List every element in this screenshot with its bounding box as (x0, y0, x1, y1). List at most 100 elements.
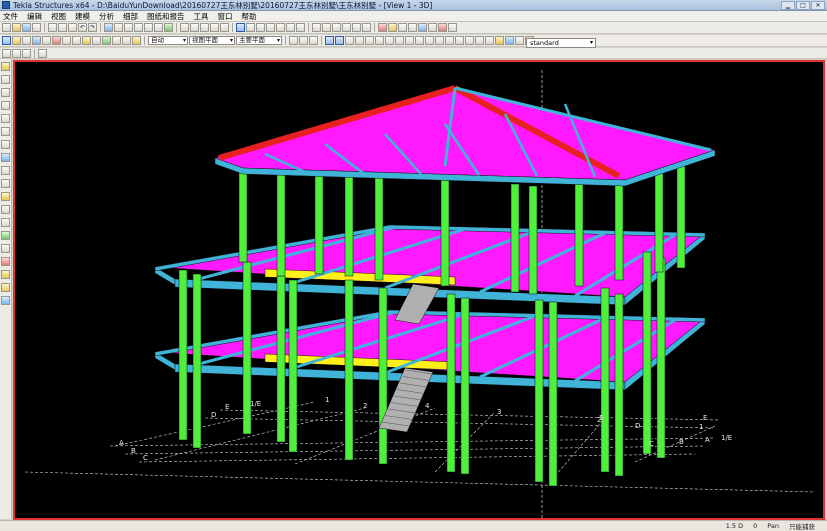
select-fitting-icon[interactable] (425, 36, 434, 45)
select-welds-icon[interactable] (256, 23, 265, 32)
concrete-beam-icon[interactable] (1, 192, 10, 201)
zoom-in-icon[interactable] (114, 23, 123, 32)
concrete-column-icon[interactable] (1, 179, 10, 188)
snap-nearest-icon[interactable] (82, 36, 91, 45)
drawing-list-icon[interactable] (398, 23, 407, 32)
work-plane-select[interactable]: 主要平面 (236, 36, 282, 45)
maximize-button[interactable]: □ (796, 1, 810, 10)
contour-plate-icon[interactable] (1, 127, 10, 136)
cut-icon[interactable] (48, 23, 57, 32)
menu-view[interactable]: 视图 (51, 11, 66, 22)
select-object-icon[interactable] (345, 36, 354, 45)
select-components-icon[interactable] (276, 23, 285, 32)
select-task-icon[interactable] (515, 36, 524, 45)
snap-intersect-icon[interactable] (32, 36, 41, 45)
twin-profile-icon[interactable] (1, 114, 10, 123)
select-cut-icon[interactable] (415, 36, 424, 45)
catalog-icon[interactable] (418, 23, 427, 32)
bolt-icon[interactable] (352, 23, 361, 32)
snap-perp-icon[interactable] (42, 36, 51, 45)
snap-center-icon[interactable] (102, 36, 111, 45)
selection-filter-icon[interactable] (325, 36, 334, 45)
open-folder-icon[interactable] (12, 23, 21, 32)
construction-plane-icon[interactable] (210, 23, 219, 32)
menu-window[interactable]: 窗口 (218, 11, 233, 22)
load-icon[interactable] (1, 270, 10, 279)
grid-tool-icon[interactable] (1, 296, 10, 305)
menu-drawings-reports[interactable]: 图纸和报告 (147, 11, 185, 22)
column-icon[interactable] (312, 23, 321, 32)
plate-icon[interactable] (342, 23, 351, 32)
settings-select[interactable]: standard (526, 38, 596, 48)
select-point-icon[interactable] (405, 36, 414, 45)
select-bolts-icon[interactable] (266, 23, 275, 32)
beam-icon[interactable] (322, 23, 331, 32)
select-mark-icon[interactable] (475, 36, 484, 45)
wand-icon[interactable] (132, 36, 141, 45)
view-update-icon[interactable] (22, 48, 31, 58)
concrete-panel-icon[interactable] (1, 218, 10, 227)
view-3d-window[interactable]: A B C D E 1/E 1 2 3 4 5 A B C D E 1 2 1/… (13, 60, 825, 520)
measure-icon[interactable] (122, 36, 131, 45)
component-icon[interactable] (428, 23, 437, 32)
minimize-button[interactable]: ▁ (781, 1, 795, 10)
snap-any-icon[interactable] (112, 36, 121, 45)
menu-edit[interactable]: 编辑 (27, 11, 42, 22)
macro-icon[interactable] (438, 23, 447, 32)
snap-mid-icon[interactable] (22, 36, 31, 45)
clip-plane-icon[interactable] (220, 23, 229, 32)
grid-snap-icon[interactable] (299, 36, 308, 45)
select-weld-icon[interactable] (495, 36, 504, 45)
select-reference-icon[interactable] (485, 36, 494, 45)
new-model-icon[interactable] (2, 23, 11, 32)
select-surface-icon[interactable] (395, 36, 404, 45)
zoom-window-icon[interactable] (134, 23, 143, 32)
options-icon[interactable] (448, 23, 457, 32)
work-area-icon[interactable] (289, 36, 298, 45)
snap-geom-icon[interactable] (72, 36, 81, 45)
view-properties-icon[interactable] (104, 23, 113, 32)
strip-footing-icon[interactable] (1, 166, 10, 175)
view-redraw-icon[interactable] (12, 48, 21, 58)
copy-icon[interactable] (58, 23, 67, 32)
view-list-icon[interactable] (2, 48, 11, 58)
save-icon[interactable] (22, 23, 31, 32)
steel-column-icon[interactable] (1, 62, 10, 71)
point-icon[interactable] (190, 23, 199, 32)
view-3d-icon[interactable] (164, 23, 173, 32)
polybeam-tool-icon[interactable] (1, 88, 10, 97)
menu-detailing[interactable]: 细部 (123, 11, 138, 22)
ortho-icon[interactable] (309, 36, 318, 45)
menu-analysis[interactable]: 分析 (99, 11, 114, 22)
menu-modeling[interactable]: 建模 (75, 11, 90, 22)
construction-line-icon[interactable] (200, 23, 209, 32)
clash-check-icon[interactable] (378, 23, 387, 32)
concrete-slab-icon[interactable] (1, 205, 10, 214)
paste-icon[interactable] (68, 23, 77, 32)
rotate-icon[interactable] (154, 23, 163, 32)
snap-line-icon[interactable] (52, 36, 61, 45)
print-icon[interactable] (32, 23, 41, 32)
view-plane-select[interactable]: 视图平面 (189, 36, 235, 45)
close-button[interactable]: ✕ (811, 1, 825, 10)
select-reinforcement-icon[interactable] (365, 36, 374, 45)
snap-ref-icon[interactable] (62, 36, 71, 45)
select-assembly-icon[interactable] (335, 36, 344, 45)
orthogonal-beam-icon[interactable] (1, 140, 10, 149)
create-view-icon[interactable] (38, 48, 47, 58)
polybeam-icon[interactable] (332, 23, 341, 32)
snap-settings-icon[interactable] (2, 36, 11, 45)
weld-icon[interactable] (362, 23, 371, 32)
select-detail-icon[interactable] (385, 36, 394, 45)
rebar-mesh-icon[interactable] (1, 257, 10, 266)
menu-help[interactable]: 帮助 (242, 11, 257, 22)
steel-beam-icon[interactable] (1, 75, 10, 84)
zoom-out-icon[interactable] (124, 23, 133, 32)
select-bolt-group-icon[interactable] (505, 36, 514, 45)
snap-free-icon[interactable] (92, 36, 101, 45)
snap-end-icon[interactable] (12, 36, 21, 45)
menu-tools[interactable]: 工具 (194, 11, 209, 22)
pad-footing-icon[interactable] (1, 153, 10, 162)
model-canvas[interactable]: A B C D E 1/E 1 2 3 4 5 A B C D E 1 2 1/… (15, 62, 823, 518)
select-text-icon[interactable] (465, 36, 474, 45)
